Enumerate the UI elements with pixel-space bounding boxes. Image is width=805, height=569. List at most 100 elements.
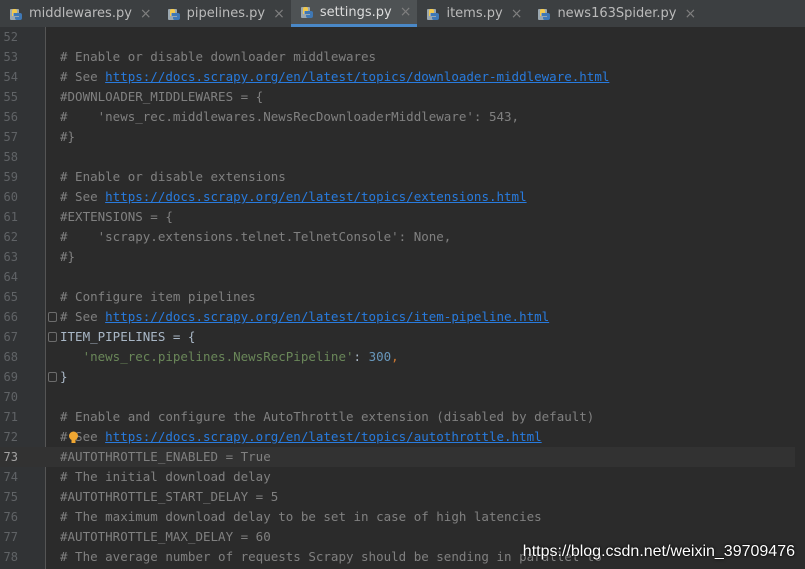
code-line[interactable]: 65 # Configure item pipelines xyxy=(0,287,805,307)
watermark-text: https://blog.csdn.net/weixin_39709476 xyxy=(522,543,795,560)
code-text: # Configure item pipelines xyxy=(60,289,256,304)
code-text: # The average number of requests Scrapy … xyxy=(60,549,602,564)
code-line[interactable]: 61 #EXTENSIONS = { xyxy=(0,207,805,227)
line-number: 58 xyxy=(3,150,18,164)
code-text: #AUTOTHROTTLE_MAX_DELAY = 60 xyxy=(60,529,271,544)
python-file-icon xyxy=(8,6,24,22)
line-number: 55 xyxy=(3,90,18,104)
vertical-scrollbar[interactable] xyxy=(795,27,805,569)
line-number: 76 xyxy=(3,510,18,524)
line-number: 68 xyxy=(3,350,18,364)
code-line[interactable]: 73 #AUTOTHROTTLE_ENABLED = True xyxy=(0,447,805,467)
code-text: # See https://docs.scrapy.org/en/latest/… xyxy=(60,309,550,324)
code-line[interactable]: 71 # Enable and configure the AutoThrottl… xyxy=(0,407,805,427)
code-line[interactable]: 57 #} xyxy=(0,127,805,147)
line-number: 73 xyxy=(3,450,18,464)
line-number: 53 xyxy=(3,50,18,64)
tab-middlewares-py[interactable]: middlewares.py × xyxy=(0,0,158,27)
tab-settings-py[interactable]: settings.py × xyxy=(290,0,418,27)
close-icon[interactable]: × xyxy=(273,7,285,21)
code-line[interactable]: 67 ITEM_PIPELINES = { xyxy=(0,327,805,347)
line-number: 54 xyxy=(3,70,18,84)
code-text: #AUTOTHROTTLE_START_DELAY = 5 xyxy=(60,489,279,504)
code-line[interactable]: 53 # Enable or disable downloader middlew… xyxy=(0,47,805,67)
tab-label: settings.py xyxy=(319,4,392,20)
python-file-icon xyxy=(425,6,441,22)
python-file-icon xyxy=(536,6,552,22)
lightbulb-icon[interactable] xyxy=(68,430,79,443)
code-line[interactable]: 76 # The maximum download delay to be set… xyxy=(0,507,805,527)
close-icon[interactable]: × xyxy=(140,7,152,21)
line-number: 77 xyxy=(3,530,18,544)
code-line[interactable]: 60 # See https://docs.scrapy.org/en/lates… xyxy=(0,187,805,207)
code-text: # The maximum download delay to be set i… xyxy=(60,509,542,524)
code-text: } xyxy=(60,369,68,384)
line-number: 61 xyxy=(3,210,18,224)
code-line[interactable]: 75 #AUTOTHROTTLE_START_DELAY = 5 xyxy=(0,487,805,507)
line-number: 69 xyxy=(3,370,18,384)
code-text: # The initial download delay xyxy=(60,469,271,484)
code-text: # See https://docs.scrapy.org/en/latest/… xyxy=(60,189,527,204)
editor-tab-bar: middlewares.py × pipelines.py × settings.py ×… xyxy=(0,0,805,28)
code-line[interactable]: 68 'news_rec.pipelines.NewsRecPipeline':… xyxy=(0,347,805,367)
code-text: #DOWNLOADER_MIDDLEWARES = { xyxy=(60,89,264,104)
code-line[interactable]: 63 #} xyxy=(0,247,805,267)
tab-news163spider-py[interactable]: news163Spider.py × xyxy=(528,0,702,27)
code-line[interactable]: 69} xyxy=(0,367,805,387)
tab-label: middlewares.py xyxy=(29,6,132,21)
code-line[interactable]: 64 xyxy=(0,267,805,287)
line-number: 66 xyxy=(3,310,18,324)
code-line[interactable]: 59 # Enable or disable extensions xyxy=(0,167,805,187)
code-text: ITEM_PIPELINES = { xyxy=(60,329,196,344)
tab-pipelines-py[interactable]: pipelines.py × xyxy=(158,0,291,27)
line-number: 52 xyxy=(3,30,18,44)
code-line[interactable]: 58 xyxy=(0,147,805,167)
line-number: 62 xyxy=(3,230,18,244)
code-text: #AUTOTHROTTLE_ENABLED = True xyxy=(60,449,271,464)
tab-label: items.py xyxy=(446,6,503,21)
line-number: 59 xyxy=(3,170,18,184)
line-number: 71 xyxy=(3,410,18,424)
code-text: # Enable or disable extensions xyxy=(60,169,286,184)
python-file-icon xyxy=(166,6,182,22)
line-number: 72 xyxy=(3,430,18,444)
code-text: #} xyxy=(60,129,76,144)
code-line[interactable]: 66 # See https://docs.scrapy.org/en/lates… xyxy=(0,307,805,327)
code-text: # Enable and configure the AutoThrottle … xyxy=(60,409,595,424)
code-text: # See https://docs.scrapy.org/en/latest/… xyxy=(60,429,542,444)
code-editor[interactable]: 52 53 # Enable or disable downloader middl… xyxy=(0,27,805,569)
line-number: 74 xyxy=(3,470,18,484)
line-number: 75 xyxy=(3,490,18,504)
code-line[interactable]: 56 # 'news_rec.middlewares.NewsRecDownloa… xyxy=(0,107,805,127)
code-line[interactable]: 55 #DOWNLOADER_MIDDLEWARES = { xyxy=(0,87,805,107)
fold-icon[interactable] xyxy=(48,312,57,322)
code-text: # 'scrapy.extensions.telnet.TelnetConsol… xyxy=(60,229,452,244)
code-line[interactable]: 72 # See https://docs.scrapy.org/en/lates… xyxy=(0,427,805,447)
line-number: 65 xyxy=(3,290,18,304)
close-icon[interactable]: × xyxy=(685,7,697,21)
code-line[interactable]: 62 # 'scrapy.extensions.telnet.TelnetCons… xyxy=(0,227,805,247)
code-text: #EXTENSIONS = { xyxy=(60,209,173,224)
python-file-icon xyxy=(299,4,315,20)
line-number: 56 xyxy=(3,110,18,124)
close-icon[interactable]: × xyxy=(511,7,523,21)
line-number: 67 xyxy=(3,330,18,344)
line-number: 60 xyxy=(3,190,18,204)
code-line[interactable]: 54 # See https://docs.scrapy.org/en/lates… xyxy=(0,67,805,87)
fold-icon[interactable] xyxy=(48,372,57,382)
tab-items-py[interactable]: items.py × xyxy=(417,0,528,27)
code-text: # 'news_rec.middlewares.NewsRecDownloade… xyxy=(60,109,520,124)
code-text: #} xyxy=(60,249,76,264)
fold-icon[interactable] xyxy=(48,332,57,342)
tab-label: news163Spider.py xyxy=(557,6,677,21)
code-line[interactable]: 70 xyxy=(0,387,805,407)
code-text: # Enable or disable downloader middlewar… xyxy=(60,49,377,64)
line-number: 78 xyxy=(3,550,18,564)
close-icon[interactable]: × xyxy=(400,5,412,19)
tab-label: pipelines.py xyxy=(186,6,266,21)
code-text: # See https://docs.scrapy.org/en/latest/… xyxy=(60,69,610,84)
line-number: 63 xyxy=(3,250,18,264)
code-line[interactable]: 74 # The initial download delay xyxy=(0,467,805,487)
line-number: 64 xyxy=(3,270,18,284)
code-line[interactable]: 52 xyxy=(0,27,805,47)
